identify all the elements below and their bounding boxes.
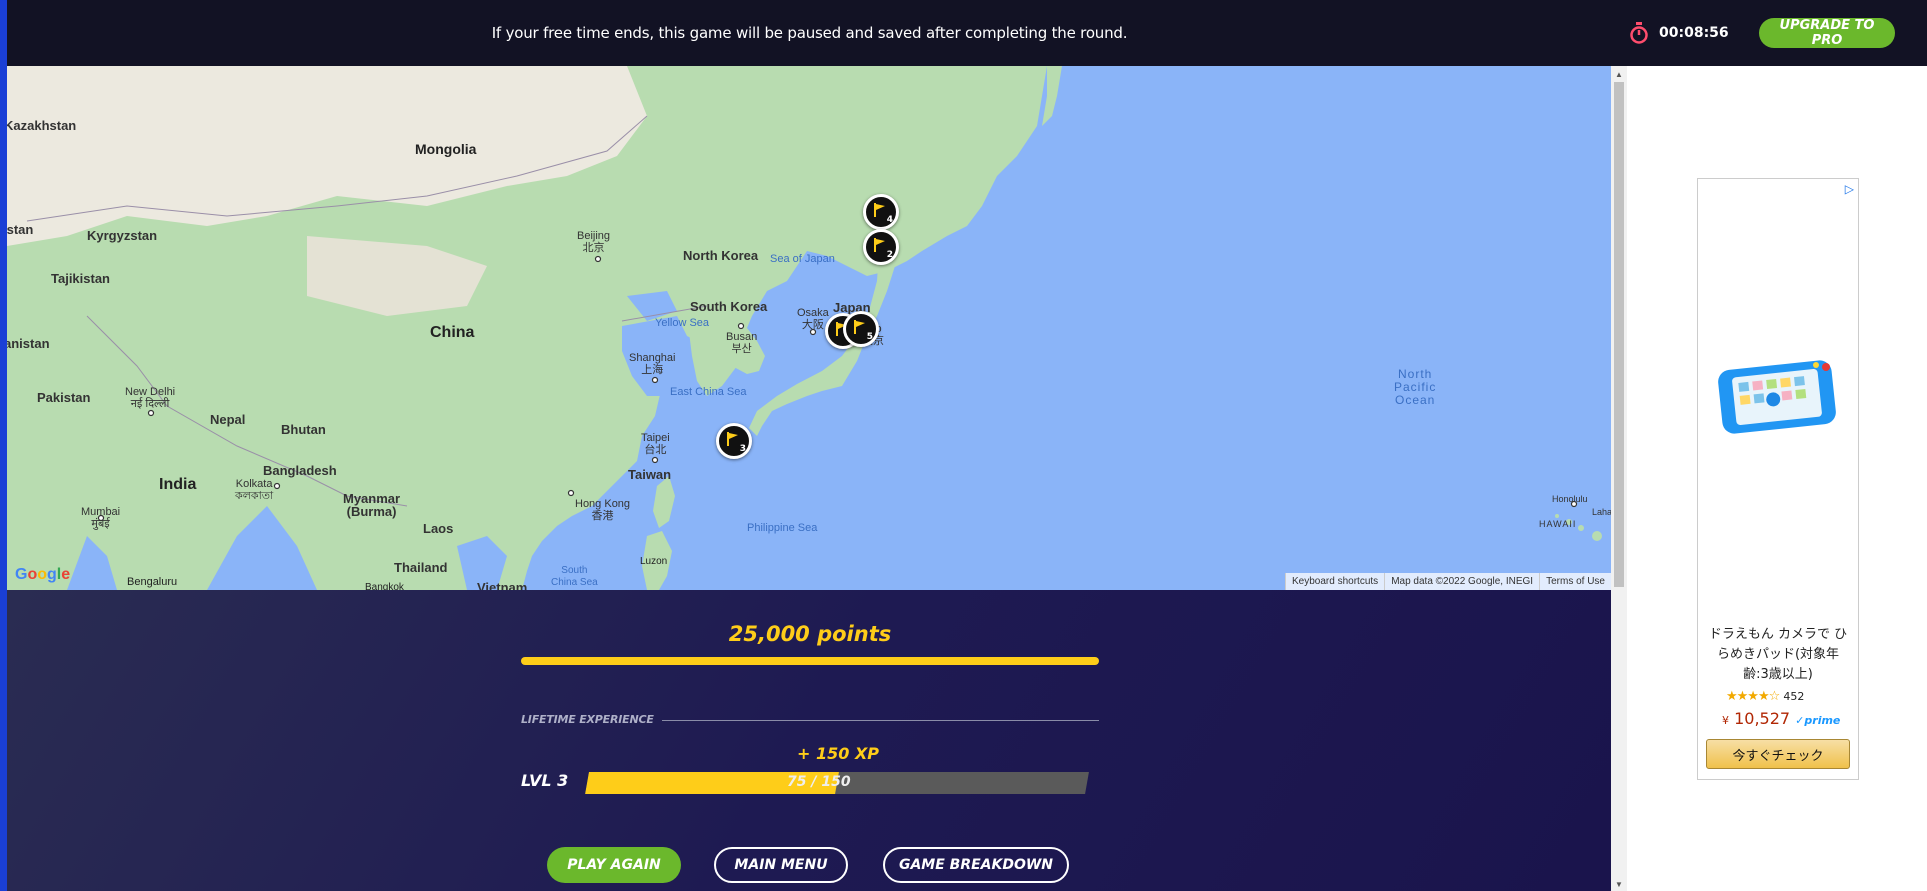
sea-philippine: Philippine Sea <box>747 522 818 534</box>
city-taipei: Taipei 台北 <box>641 432 670 456</box>
flag-icon <box>874 238 885 252</box>
label-south-korea: South Korea <box>690 299 768 314</box>
stopwatch-icon <box>1630 22 1648 44</box>
flag-icon <box>727 432 738 446</box>
guess-pin-5[interactable]: 5 <box>843 311 879 347</box>
ad-rating: ★★★★☆ 452 <box>1726 689 1804 704</box>
label-kyrgyzstan: Kyrgyzstan <box>87 228 158 243</box>
city-osaka: Osaka 大阪 <box>797 307 829 331</box>
xp-gained: + 150 XP <box>797 744 880 763</box>
left-edge-strip <box>0 0 7 891</box>
label-nepal: Nepal <box>210 412 246 427</box>
label-taiwan: Taiwan <box>628 467 672 482</box>
label-bangkok: Bangkok <box>365 582 404 590</box>
label-mongolia: Mongolia <box>415 141 477 157</box>
free-time-banner: If your free time ends, this game will b… <box>7 0 1927 66</box>
city-honolulu: Honolulu <box>1552 494 1588 504</box>
pin-number: 2 <box>886 250 893 260</box>
map[interactable]: Kazakhstan Mongolia istan Kyrgyzstan Taj… <box>7 66 1611 590</box>
city-hong-kong: Hong Kong 香港 <box>575 498 631 522</box>
city-lahaina: Laha <box>1592 507 1611 517</box>
ocean-north-pacific: North Pacific Ocean <box>1394 367 1437 407</box>
terms-of-use-link[interactable]: Terms of Use <box>1539 573 1611 590</box>
scroll-down-arrow-icon[interactable]: ▼ <box>1615 880 1623 889</box>
prime-badge: ✓prime <box>1795 714 1841 727</box>
guess-pin-4[interactable]: 4 <box>863 194 899 230</box>
ad-check-now-button[interactable]: 今すぐチェック <box>1706 739 1850 769</box>
scroll-up-arrow-icon[interactable]: ▲ <box>1615 70 1623 79</box>
guess-pin-3[interactable]: 3 <box>716 423 752 459</box>
upgrade-to-pro-button[interactable]: UPGRADE TO PRO <box>1759 18 1895 48</box>
sea-east-china: East China Sea <box>670 386 747 398</box>
ad-choices-icon[interactable]: ▷ <box>1845 182 1854 196</box>
banner-message: If your free time ends, this game will b… <box>491 24 1128 42</box>
label-bhutan: Bhutan <box>281 422 326 437</box>
pin-number: 3 <box>739 444 746 454</box>
sea-south-china: South China Sea <box>551 565 598 588</box>
sea-yellow: Yellow Sea <box>655 317 710 329</box>
lifetime-experience-heading: LIFETIME EXPERIENCE <box>521 713 654 726</box>
city-mumbai: Mumbai मुंबई <box>81 506 121 530</box>
total-points: 25,000 points <box>728 622 892 646</box>
page-scrollbar[interactable]: ▲ ▼ <box>1611 66 1627 891</box>
currency-symbol: ¥ <box>1722 714 1729 727</box>
flag-icon <box>854 320 865 334</box>
xp-progress-text: 75 / 150 <box>787 774 851 790</box>
label-luzon: Luzon <box>640 556 668 567</box>
rating-count: 452 <box>1783 690 1805 703</box>
play-again-button[interactable]: PLAY AGAIN <box>547 847 681 883</box>
divider <box>662 720 1099 721</box>
map-attribution: Keyboard shortcuts Map data ©2022 Google… <box>1285 573 1611 590</box>
label-india: India <box>159 476 197 493</box>
city-new-delhi: New Delhi नई दिल्ली <box>125 386 176 410</box>
city-shanghai: Shanghai 上海 <box>629 352 676 376</box>
pin-number: 5 <box>866 332 873 342</box>
timer-value: 00:08:56 <box>1659 25 1729 41</box>
label-north-korea: North Korea <box>683 248 759 263</box>
label-kazakhstan: Kazakhstan <box>7 118 77 133</box>
round-results-panel: 25,000 points LIFETIME EXPERIENCE + 150 … <box>7 590 1611 891</box>
sidebar-ad[interactable]: ▷ ドラえもん カメラで ひらめきパッド(対象年齢:3歳以上) ★★★★☆ 45… <box>1697 178 1859 780</box>
label-china: China <box>430 324 475 341</box>
product-image <box>1718 360 1836 434</box>
main-menu-button[interactable]: MAIN MENU <box>714 847 848 883</box>
scroll-thumb[interactable] <box>1614 82 1624 587</box>
sea-of-japan: Sea of Japan <box>770 253 835 265</box>
label-pakistan: Pakistan <box>37 390 91 405</box>
label-tajikistan: Tajikistan <box>51 271 111 286</box>
label-bangladesh: Bangladesh <box>263 463 337 478</box>
pin-number: 4 <box>886 215 893 225</box>
label-istan: istan <box>7 222 34 237</box>
timer: 00:08:56 <box>1629 20 1729 46</box>
label-vietnam: Vietnam <box>477 580 528 590</box>
player-level: LVL 3 <box>521 771 569 790</box>
ad-price: ¥ 10,527 ✓prime <box>1722 709 1840 728</box>
guess-pin-2[interactable]: 2 <box>863 229 899 265</box>
city-beijing: Beijing 北京 <box>577 230 611 254</box>
city-hawaii: HAWAII <box>1539 519 1577 529</box>
flag-icon <box>874 203 885 217</box>
label-myanmar: Myanmar (Burma) <box>343 491 401 519</box>
label-laos: Laos <box>423 521 454 536</box>
points-progress-bar <box>521 657 1099 665</box>
game-breakdown-button[interactable]: GAME BREAKDOWN <box>883 847 1069 883</box>
star-rating-icon: ★★★★☆ <box>1726 689 1780 704</box>
ad-product-title[interactable]: ドラえもん カメラで ひらめきパッド(対象年齢:3歳以上) <box>1708 625 1848 685</box>
google-logo[interactable]: Google <box>15 566 70 584</box>
label-bengaluru: Bengaluru <box>127 576 178 588</box>
city-busan: Busan 부산 <box>726 331 758 355</box>
map-data-credit: Map data ©2022 Google, INEGI <box>1384 573 1539 590</box>
label-anistan: anistan <box>7 336 50 351</box>
keyboard-shortcuts-link[interactable]: Keyboard shortcuts <box>1285 573 1384 590</box>
label-thailand: Thailand <box>394 560 448 575</box>
city-kolkata: Kolkata কলকাতা <box>235 478 274 502</box>
price-value: 10,527 <box>1734 709 1791 728</box>
